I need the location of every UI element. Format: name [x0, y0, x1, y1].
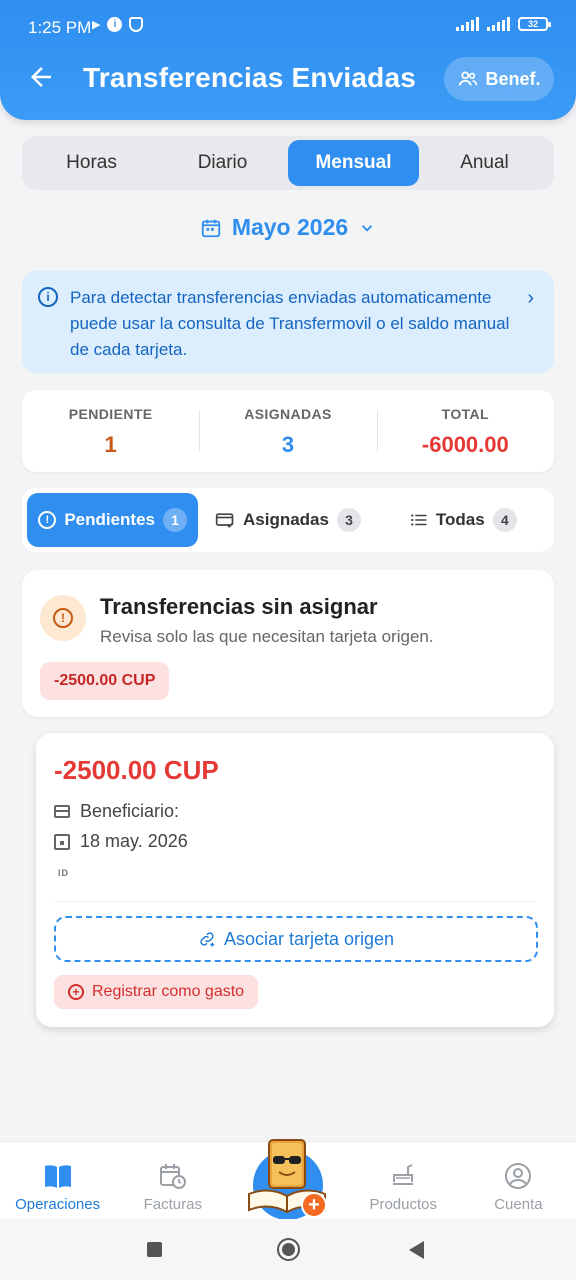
- stat-pending-label: PENDIENTE: [68, 406, 153, 422]
- nav-facturas[interactable]: Facturas: [115, 1142, 230, 1219]
- stat-assigned-value: 3: [281, 432, 295, 457]
- people-icon: [459, 71, 478, 86]
- nav-operaciones[interactable]: Operaciones: [0, 1142, 115, 1219]
- stat-total: TOTAL -6000.00: [376, 390, 554, 472]
- add-operation-fab[interactable]: +: [243, 1132, 333, 1222]
- account-circle-icon: [505, 1163, 532, 1189]
- tab-horas[interactable]: Horas: [26, 140, 157, 186]
- stat-total-label: TOTAL: [441, 406, 489, 422]
- transfer-card[interactable]: -2500.00 CUP Beneficiario: 18 may. 2026 …: [36, 733, 554, 1027]
- info-banner[interactable]: i Para detectar transferencias enviadas …: [22, 271, 554, 373]
- associate-card-label: Asociar tarjeta origen: [223, 928, 395, 949]
- summary-stats: PENDIENTE 1 ASIGNADAS 3 TOTAL -6000.00: [22, 390, 554, 472]
- filter-todas[interactable]: Todas 4: [378, 493, 549, 547]
- filter-asignadas-count: 3: [336, 508, 361, 532]
- card-check-icon: [215, 513, 234, 528]
- info-icon: i: [38, 287, 58, 307]
- transfer-date: 18 may. 2026: [80, 831, 188, 851]
- filter-tabs: ! Pendientes 1 Asignadas 3 Todas 4: [22, 488, 554, 552]
- status-icons-left: ▶ i: [92, 17, 144, 32]
- unassigned-amount-chip: -2500.00 CUP: [40, 662, 170, 700]
- home-icon[interactable]: [277, 1238, 300, 1261]
- signal-icon-1: [456, 17, 479, 31]
- register-expense-label: Registrar como gasto: [92, 983, 245, 1000]
- status-icons-right: 32: [456, 17, 551, 31]
- beneficiary-row: Beneficiario:: [54, 801, 179, 822]
- stat-total-value: -6000.00: [421, 432, 509, 457]
- status-time: 1:25 PM: [28, 18, 92, 37]
- info-status-icon: i: [107, 17, 123, 32]
- stat-pending-value: 1: [104, 432, 117, 457]
- filter-pendientes-label: Pendientes: [64, 510, 156, 529]
- alert-circle-icon: !: [38, 511, 57, 529]
- nav-productos[interactable]: Productos: [346, 1142, 461, 1219]
- food-tray-icon: [393, 1164, 414, 1185]
- filter-pendientes[interactable]: ! Pendientes 1: [27, 493, 199, 547]
- plus-icon: +: [301, 1192, 327, 1218]
- card-icon: [54, 805, 70, 818]
- list-icon: [411, 514, 427, 526]
- back-triangle-icon[interactable]: [409, 1241, 424, 1259]
- plus-circle-icon: +: [68, 984, 84, 1000]
- tab-anual[interactable]: Anual: [419, 140, 550, 186]
- tab-diario[interactable]: Diario: [157, 140, 288, 186]
- stat-assigned-label: ASIGNADAS: [244, 406, 332, 422]
- calendar-clock-icon: [159, 1164, 186, 1189]
- stat-assigned: ASIGNADAS 3: [199, 390, 376, 472]
- card-divider: [54, 901, 536, 902]
- app-header: 1:25 PM ▶ i 32 Transferencias Enviadas B…: [0, 0, 576, 120]
- month-selector[interactable]: Mayo 2026: [0, 214, 576, 241]
- nav-facturas-label: Facturas: [143, 1196, 202, 1213]
- chevron-down-icon: [362, 224, 373, 232]
- page-title: Transferencias Enviadas: [83, 62, 416, 93]
- date-row: 18 may. 2026: [54, 831, 188, 852]
- status-bar: 1:25 PM ▶ i 32: [0, 0, 576, 52]
- filter-pendientes-count: 1: [163, 508, 188, 532]
- tab-mensual[interactable]: Mensual: [288, 140, 419, 186]
- warning-icon: !: [40, 595, 86, 641]
- recents-icon[interactable]: [147, 1242, 162, 1257]
- month-label: Mayo 2026: [231, 214, 349, 240]
- unassigned-title: Transferencias sin asignar: [100, 594, 378, 619]
- associate-card-button[interactable]: Asociar tarjeta origen: [54, 916, 538, 962]
- calendar-small-icon: [54, 833, 70, 850]
- filter-asignadas-label: Asignadas: [243, 510, 329, 529]
- unassigned-subtitle: Revisa solo las que necesitan tarjeta or…: [100, 627, 434, 646]
- beneficiaries-button[interactable]: Benef.: [444, 57, 554, 101]
- filter-todas-label: Todas: [435, 510, 485, 529]
- beneficiaries-label: Benef.: [485, 68, 541, 89]
- link-add-icon: [200, 932, 215, 947]
- filter-asignadas[interactable]: Asignadas 3: [202, 493, 373, 547]
- shield-icon: [129, 17, 144, 32]
- system-nav-bar: [0, 1219, 576, 1280]
- register-expense-button[interactable]: + Registrar como gasto: [54, 975, 259, 1009]
- play-icon: ▶: [92, 19, 101, 31]
- back-arrow-icon[interactable]: [26, 62, 58, 94]
- nav-operaciones-label: Operaciones: [15, 1196, 101, 1213]
- filter-todas-count: 4: [492, 508, 517, 532]
- book-icon: [44, 1165, 71, 1188]
- battery-icon: 32: [518, 17, 551, 31]
- nav-cuenta[interactable]: Cuenta: [461, 1142, 576, 1219]
- calendar-icon: [201, 219, 220, 237]
- unassigned-card: ! Transferencias sin asignar Revisa solo…: [22, 570, 554, 717]
- chevron-right-icon: ›: [527, 287, 534, 309]
- transfer-amount: -2500.00 CUP: [54, 755, 219, 785]
- period-tabs: Horas Diario Mensual Anual: [22, 136, 554, 190]
- beneficiary-label: Beneficiario:: [80, 801, 180, 821]
- signal-icon-2: [487, 17, 510, 31]
- nav-cuenta-label: Cuenta: [494, 1196, 543, 1213]
- id-tag: ID: [58, 868, 69, 878]
- stat-pending: PENDIENTE 1: [22, 390, 199, 472]
- info-text: Para detectar transferencias enviadas au…: [70, 288, 510, 359]
- nav-productos-label: Productos: [369, 1196, 437, 1213]
